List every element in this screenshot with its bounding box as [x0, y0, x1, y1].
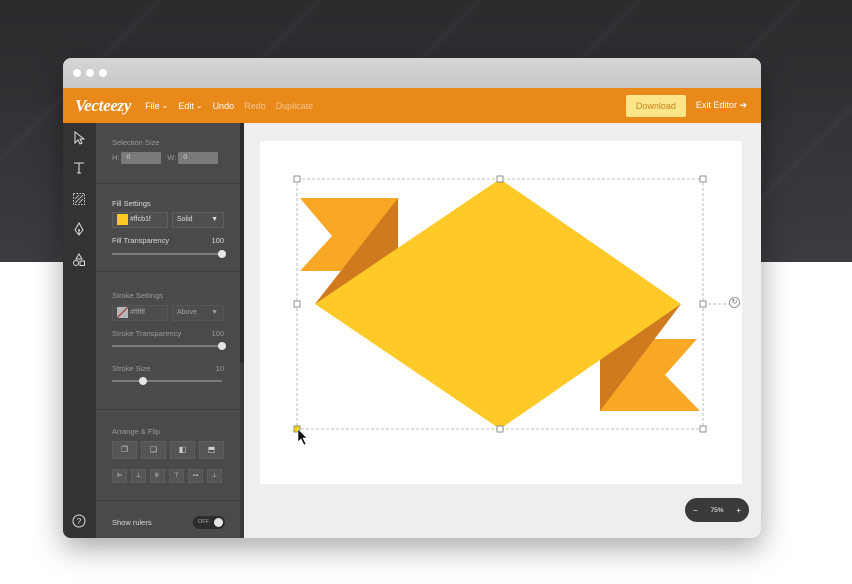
arrow-right-icon: ➔	[739, 100, 747, 110]
handle-middle-left[interactable]	[293, 300, 301, 308]
svg-text:?: ?	[77, 517, 82, 526]
zoom-in-button[interactable]: +	[736, 506, 741, 515]
rotate-handle-icon[interactable]: ↻	[729, 297, 740, 308]
shapes-icon[interactable]	[71, 253, 87, 269]
zoom-control: − 75% +	[685, 498, 749, 522]
handle-bottom-right[interactable]	[699, 425, 707, 433]
window-titlebar	[63, 58, 761, 88]
show-rulers-label: Show rulers	[112, 518, 152, 527]
undo-button[interactable]: Undo	[213, 101, 235, 111]
redo-button[interactable]: Redo	[244, 101, 266, 111]
handle-top-center[interactable]	[496, 175, 504, 183]
rulers-panel-content: Show rulers OFF	[96, 123, 240, 538]
pattern-icon[interactable]	[71, 192, 87, 208]
ribbon-artwork	[293, 175, 742, 446]
menu-edit[interactable]: Edit ⌄	[178, 101, 202, 111]
artboard[interactable]	[260, 141, 742, 484]
handle-top-right[interactable]	[699, 175, 707, 183]
help-icon[interactable]: ?	[71, 514, 87, 530]
workspace: ↻ − 75% +	[244, 123, 761, 538]
zoom-out-button[interactable]: −	[693, 506, 698, 515]
exit-editor-label: Exit Editor	[695, 100, 737, 110]
select-arrow-icon[interactable]	[71, 130, 87, 147]
vecteezy-logo: Vecteezy	[75, 95, 132, 115]
show-rulers-toggle[interactable]: OFF	[193, 516, 225, 529]
handle-top-left[interactable]	[293, 175, 301, 183]
editor-body: ? Selection Size H: 0 W: 0 Fill Settings	[63, 123, 761, 538]
editor-toolbar: Vecteezy File ⌄ Edit ⌄ Undo Redo Duplicate…	[63, 88, 761, 123]
menu-file[interactable]: File ⌄	[145, 101, 168, 111]
handle-bottom-center[interactable]	[496, 425, 504, 433]
handle-middle-right[interactable]	[699, 300, 707, 308]
duplicate-button[interactable]: Duplicate	[276, 101, 314, 111]
menu-edit-label: Edit	[178, 100, 194, 111]
window-minimize-dot[interactable]	[86, 69, 94, 77]
chevron-down-icon: ⌄	[161, 101, 169, 110]
text-icon[interactable]	[71, 161, 87, 177]
window-close-dot[interactable]	[73, 69, 81, 77]
mouse-cursor-icon	[297, 428, 308, 446]
menu-file-label: File	[145, 100, 160, 111]
exit-editor-button[interactable]: Exit Editor ➔	[696, 100, 747, 111]
pen-icon[interactable]	[71, 221, 87, 238]
download-button[interactable]: Download	[625, 94, 686, 117]
window-maximize-dot[interactable]	[99, 69, 107, 77]
zoom-level: 75%	[710, 506, 724, 514]
browser-window: Vecteezy File ⌄ Edit ⌄ Undo Redo Duplicate…	[63, 58, 761, 538]
tool-rail: ?	[63, 123, 96, 538]
chevron-down-icon: ⌄	[195, 101, 203, 110]
